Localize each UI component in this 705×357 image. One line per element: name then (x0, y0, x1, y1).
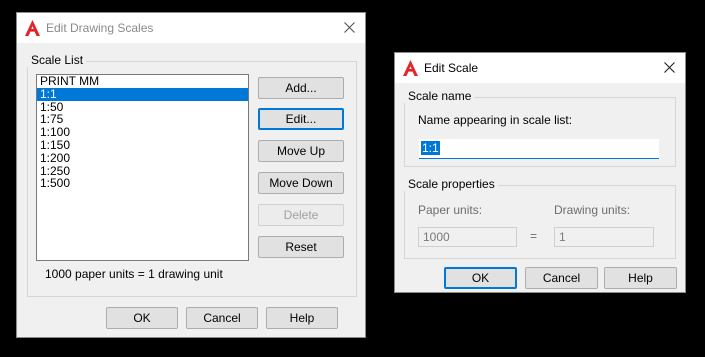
list-item[interactable]: 1:50 (37, 100, 248, 114)
scale-properties-group: Scale properties (404, 177, 676, 259)
scale-name-group-label: Scale name (404, 89, 475, 103)
scale-name-input[interactable]: 1:1 (419, 139, 659, 159)
ok-button[interactable]: OK (444, 267, 517, 289)
reset-button[interactable]: Reset (258, 236, 344, 258)
list-item[interactable]: 1:150 (37, 139, 248, 152)
cancel-button[interactable]: Cancel (186, 307, 258, 329)
move-down-button[interactable]: Move Down (258, 172, 344, 194)
list-item-selected[interactable]: 1:1 (37, 87, 248, 101)
ok-button[interactable]: OK (106, 307, 178, 329)
drawing-units-label: Drawing units: (554, 203, 631, 217)
close-icon (664, 62, 675, 73)
scale-name-value: 1:1 (421, 141, 440, 155)
help-button[interactable]: Help (604, 267, 677, 289)
paper-units-input[interactable]: 1000 (418, 227, 517, 247)
edit-button[interactable]: Edit... (258, 108, 344, 130)
list-item[interactable]: PRINT MM (37, 75, 248, 88)
equals-sign: = (530, 229, 538, 243)
scale-listbox[interactable]: PRINT MM 1:1 1:50 1:75 1:100 1:150 1:200… (36, 74, 249, 261)
close-button[interactable] (339, 17, 361, 39)
units-status-text: 1000 paper units = 1 drawing unit (45, 267, 223, 281)
list-item[interactable]: 1:500 (37, 177, 248, 190)
move-up-button[interactable]: Move Up (258, 140, 344, 162)
name-field-label: Name appearing in scale list: (418, 113, 573, 127)
delete-button[interactable]: Delete (258, 204, 344, 226)
autocad-logo-icon (403, 60, 418, 76)
autocad-logo-icon (25, 20, 40, 36)
edit-drawing-scales-dialog: Edit Drawing Scales Scale List PRINT MM … (16, 12, 366, 338)
scale-list-label: Scale List (27, 53, 87, 67)
help-button[interactable]: Help (266, 307, 338, 329)
scale-properties-group-label: Scale properties (404, 177, 498, 191)
drawing-units-input[interactable]: 1 (554, 227, 654, 247)
title-bar[interactable]: Edit Scale (395, 53, 685, 83)
title-bar[interactable]: Edit Drawing Scales (17, 13, 365, 43)
dialog-title: Edit Drawing Scales (46, 21, 154, 35)
close-button[interactable] (659, 57, 681, 79)
edit-scale-dialog: Edit Scale Scale name Name appearing in … (394, 52, 686, 293)
paper-units-label: Paper units: (418, 203, 483, 217)
add-button[interactable]: Add... (258, 77, 344, 99)
cancel-button[interactable]: Cancel (525, 267, 598, 289)
dialog-title: Edit Scale (424, 61, 479, 75)
close-icon (344, 22, 355, 33)
list-item[interactable]: 1:200 (37, 151, 248, 165)
